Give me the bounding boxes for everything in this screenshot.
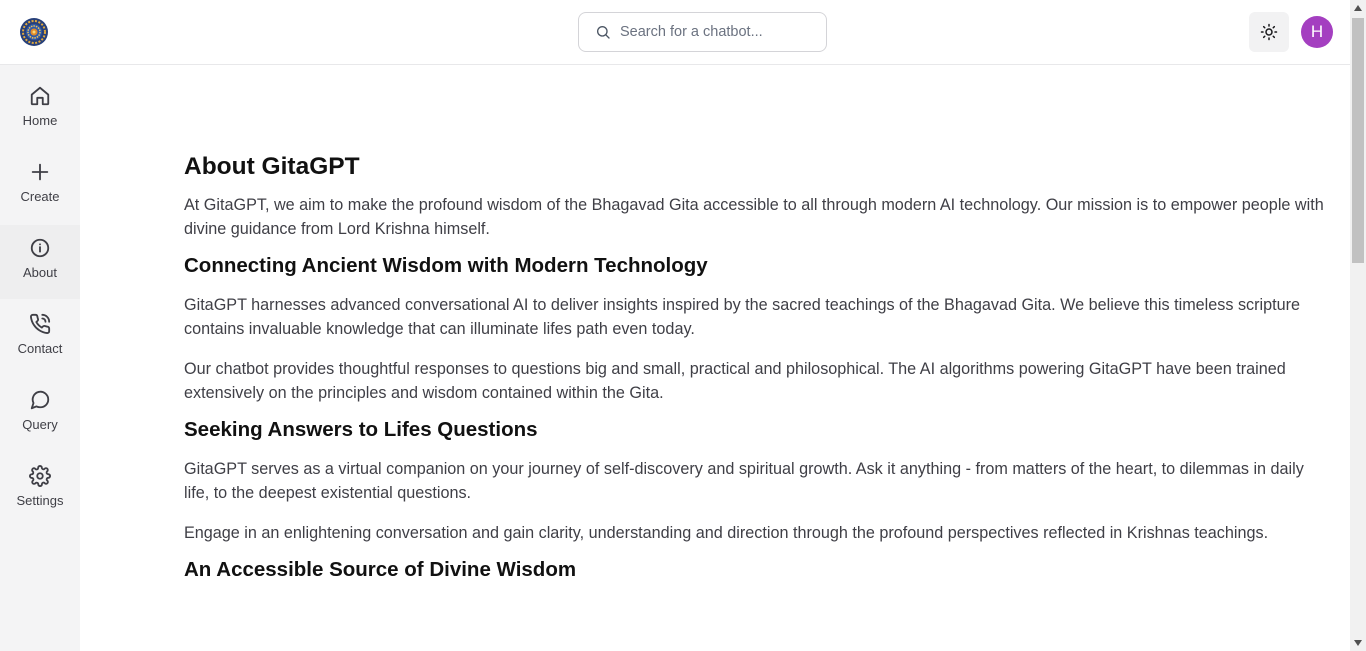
section-paragraph: GitaGPT serves as a virtual companion on… <box>184 460 1304 502</box>
sidebar-item-label: Query <box>22 417 58 432</box>
search-input[interactable] <box>620 24 810 40</box>
sidebar-item-query[interactable]: Query <box>0 377 80 451</box>
sidebar-item-label: Contact <box>17 341 63 356</box>
sidebar-item-label: Home <box>22 113 58 128</box>
sidebar-item-contact[interactable]: Contact <box>0 301 80 375</box>
section-heading: Connecting Ancient Wisdom with Modern Te… <box>184 254 708 277</box>
section-paragraph: GitaGPT harnesses advanced conversationa… <box>184 296 1301 338</box>
sidebar-item-label: Create <box>20 189 60 204</box>
sidebar-item-about[interactable]: About <box>0 225 80 299</box>
sidebar-item-home[interactable]: Home <box>0 73 80 147</box>
sidebar-item-settings[interactable]: Settings <box>0 453 80 527</box>
sidebar-item-create[interactable]: Create <box>0 149 80 223</box>
sidebar-item-label: About <box>23 265 57 280</box>
avatar[interactable]: H <box>1301 16 1333 48</box>
top-bar: H <box>0 0 1350 65</box>
scroll-up-arrow[interactable] <box>1350 0 1366 16</box>
phone-icon <box>28 312 52 336</box>
about-content: About GitaGPT At GitaGPT, we aim to make… <box>184 150 1324 597</box>
home-icon <box>28 84 52 108</box>
info-icon <box>28 236 52 260</box>
sidebar-item-label: Settings <box>16 493 64 508</box>
section-heading: An Accessible Source of Divine Wisdom <box>184 558 577 581</box>
section-paragraph: Our chatbot provides thoughtful response… <box>184 360 1286 402</box>
sun-icon <box>1260 23 1278 41</box>
gitagpt-logo[interactable] <box>19 17 49 47</box>
sidebar: Home Create About Contact Query Settings <box>0 65 80 651</box>
message-circle-icon <box>28 388 52 412</box>
scrollbar-thumb[interactable] <box>1352 18 1364 263</box>
intro-paragraph: At GitaGPT, we aim to make the profound … <box>184 196 1324 238</box>
scroll-down-arrow[interactable] <box>1350 635 1366 651</box>
plus-icon <box>28 160 52 184</box>
page-scrollbar[interactable] <box>1350 0 1366 651</box>
theme-toggle-button[interactable] <box>1249 12 1289 52</box>
section-paragraph: Engage in an enlightening conversation a… <box>184 524 1269 542</box>
page-title: About GitaGPT <box>184 153 360 180</box>
gear-icon <box>28 464 52 488</box>
search-icon <box>597 26 610 39</box>
search-bar[interactable] <box>578 12 827 52</box>
section-heading: Seeking Answers to Lifes Questions <box>184 418 538 441</box>
